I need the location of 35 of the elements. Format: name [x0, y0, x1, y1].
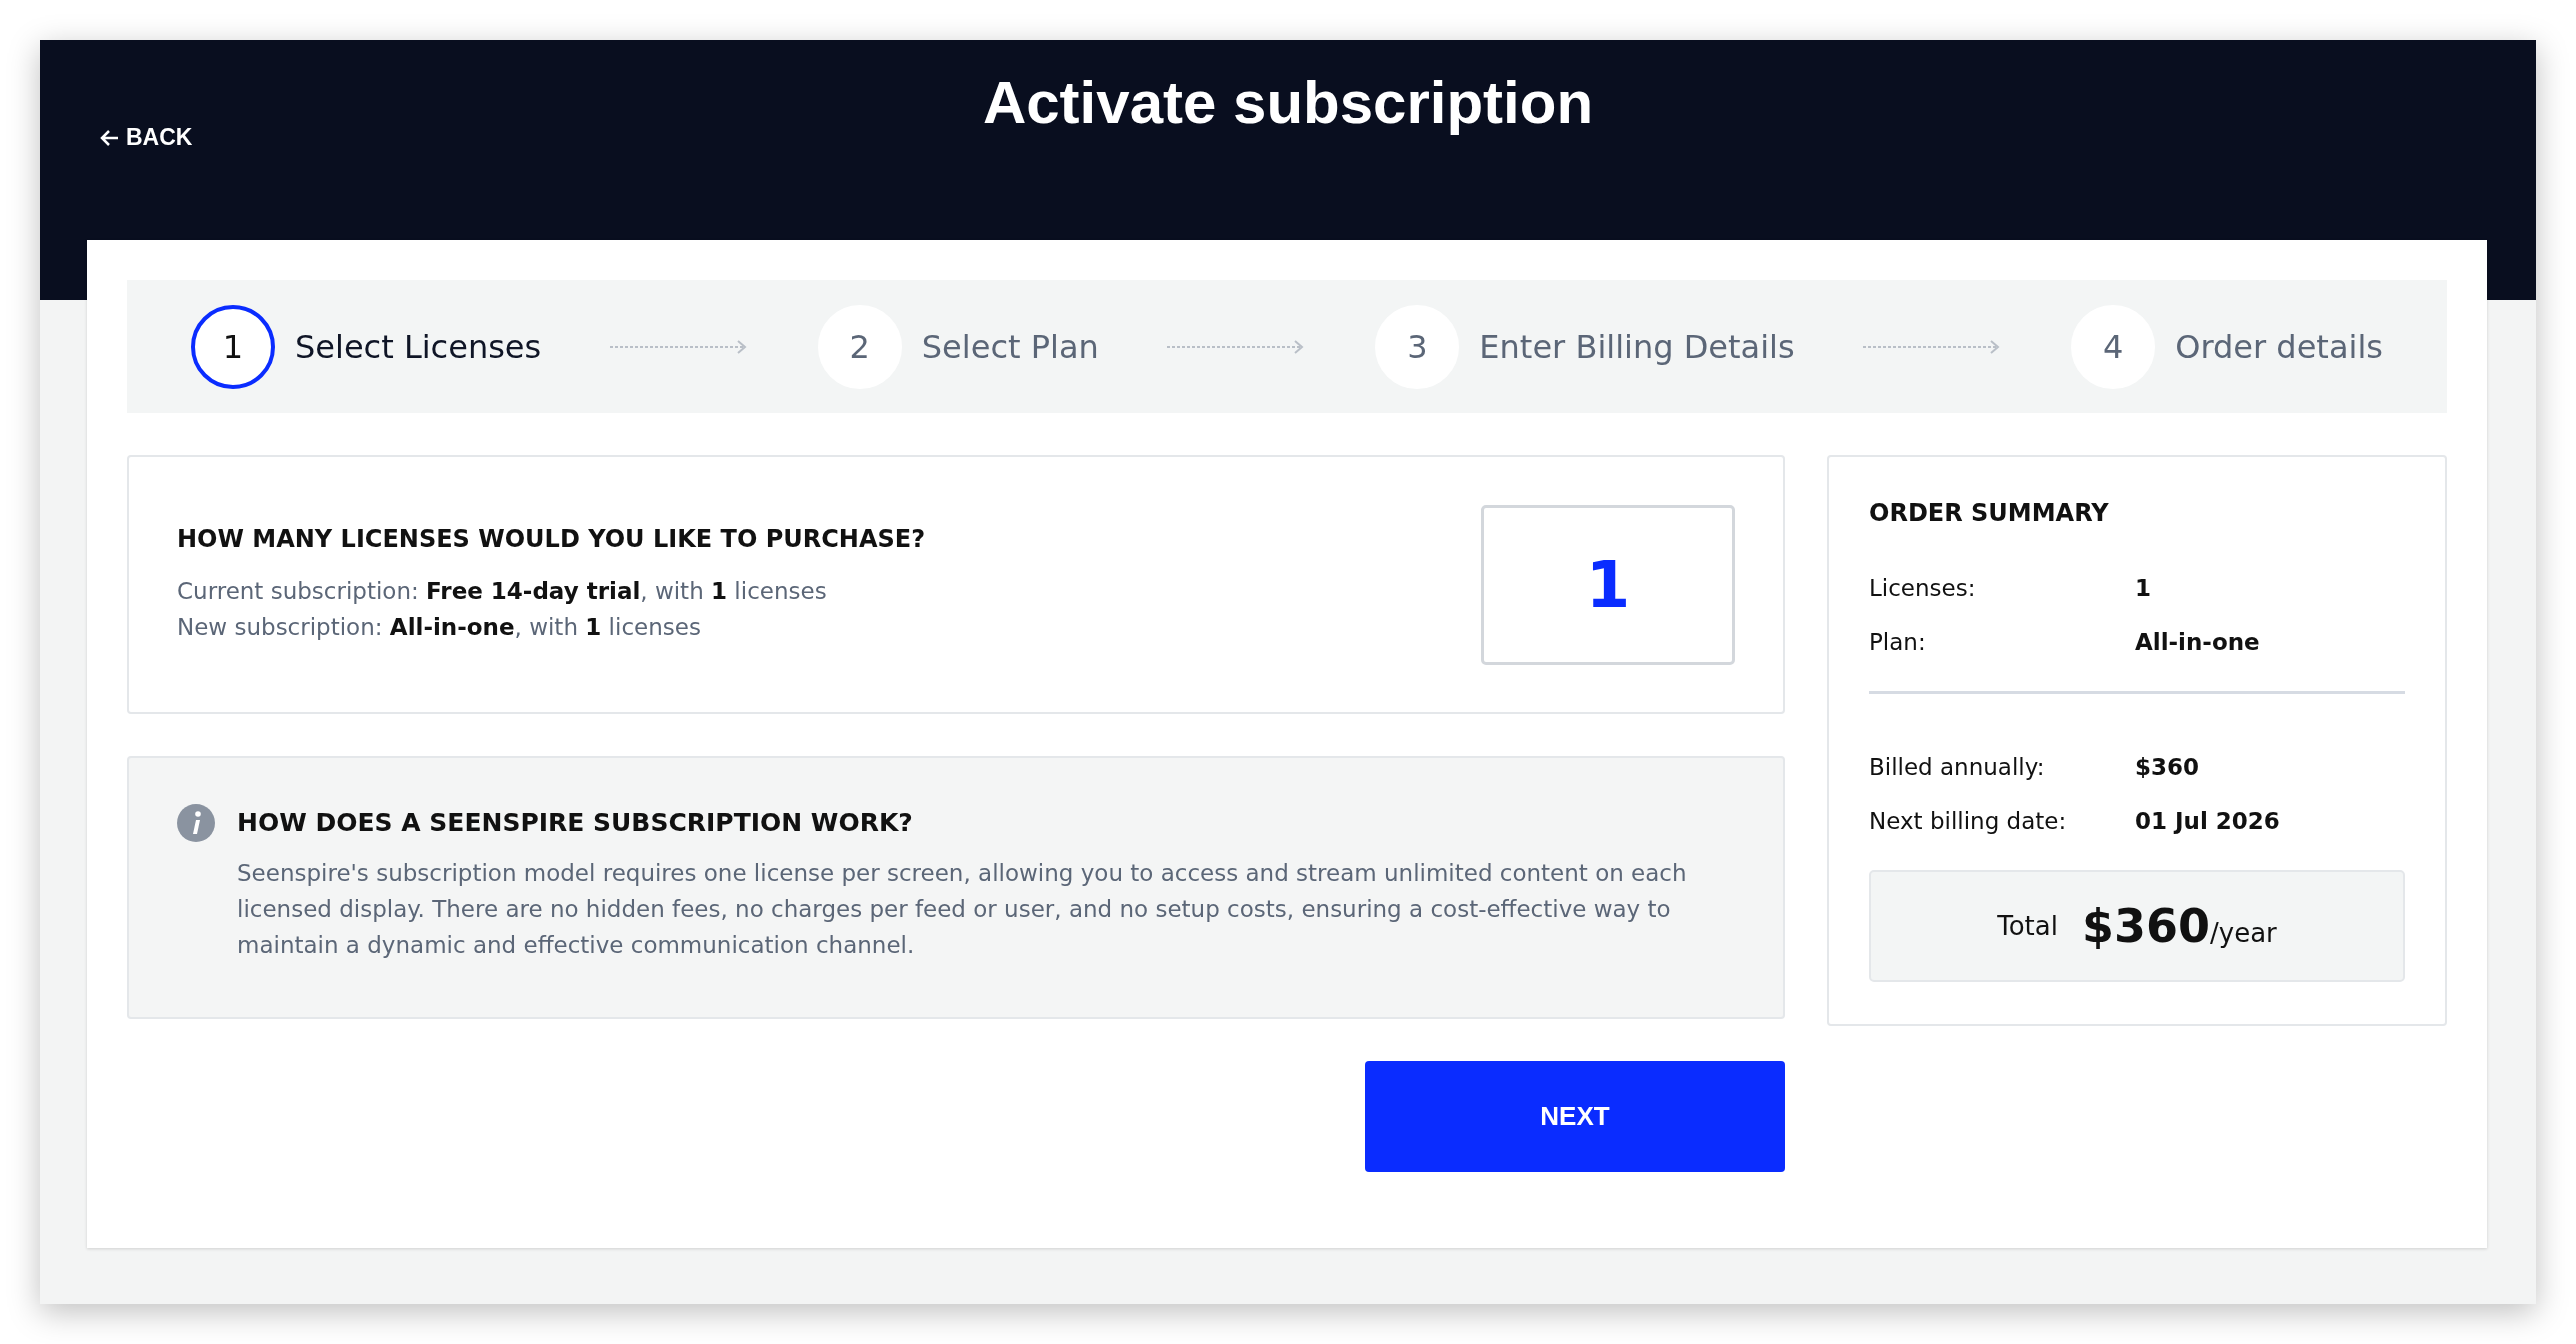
step-number: 1 — [191, 304, 275, 389]
summary-label: Licenses: — [1869, 574, 1977, 603]
section-heading: HOW MANY LICENSES WOULD YOU LIKE TO PURCHASE? — [177, 524, 926, 553]
subscription-text: Current subscription: Free 14-day trial, with 1 licenses — [177, 576, 828, 606]
step-label: Order details — [2175, 327, 2383, 366]
total-amount: $360 — [2081, 899, 2210, 953]
step-label: Enter Billing Details — [1479, 327, 1795, 366]
summary-value: $360 — [2135, 753, 2199, 782]
total-label: Total — [1997, 911, 2058, 941]
step-label: Select Licenses — [295, 327, 542, 366]
arrow-left-icon — [100, 128, 120, 147]
summary-heading: ORDER SUMMARY — [1869, 499, 2110, 527]
step-tab[interactable]: 2 Select Plan — [817, 304, 1099, 389]
step-tab[interactable]: 3 Enter Billing Details — [1375, 304, 1795, 389]
step-tab[interactable]: 1 Select Licenses — [191, 304, 542, 389]
subscription-text: New subscription: All-in-one, with 1 licenses — [177, 612, 702, 642]
summary-value: 1 — [2135, 574, 2151, 603]
step-number: 4 — [2071, 304, 2156, 389]
step-label: Select Plan — [921, 327, 1099, 366]
info-text: Seenspire's subscription model requires one license per screen, allowing you to access and stream unlimited content on each licensed display. There are no hidden fees, no charges per feed or user, and no setup costs, ensuring a cost-effective way to maintain a dynamic and effective communication channel. — [237, 859, 1688, 960]
page-title: Activate subscription — [982, 69, 1594, 136]
step-number: 3 — [1375, 304, 1460, 389]
summary-label: Plan: — [1869, 628, 1927, 657]
summary-value: 01 Jul 2026 — [2135, 807, 2280, 836]
next-button[interactable]: NEXT — [1365, 1061, 1785, 1172]
step-tab[interactable]: 4 Order details — [2071, 304, 2383, 389]
info-icon — [177, 804, 215, 842]
back-link[interactable]: BACK — [100, 124, 193, 151]
license-count-field[interactable]: 1 — [1481, 504, 1735, 665]
info-heading: HOW DOES A SEENSPIRE SUBSCRIPTION WORK? — [237, 808, 914, 837]
summary-label: Billed annually: — [1869, 753, 2046, 782]
total-period: /year — [2210, 918, 2277, 948]
summary-label: Next billing date: — [1869, 807, 2068, 836]
step-number: 2 — [817, 304, 902, 389]
summary-value: All-in-one — [2135, 628, 2260, 657]
